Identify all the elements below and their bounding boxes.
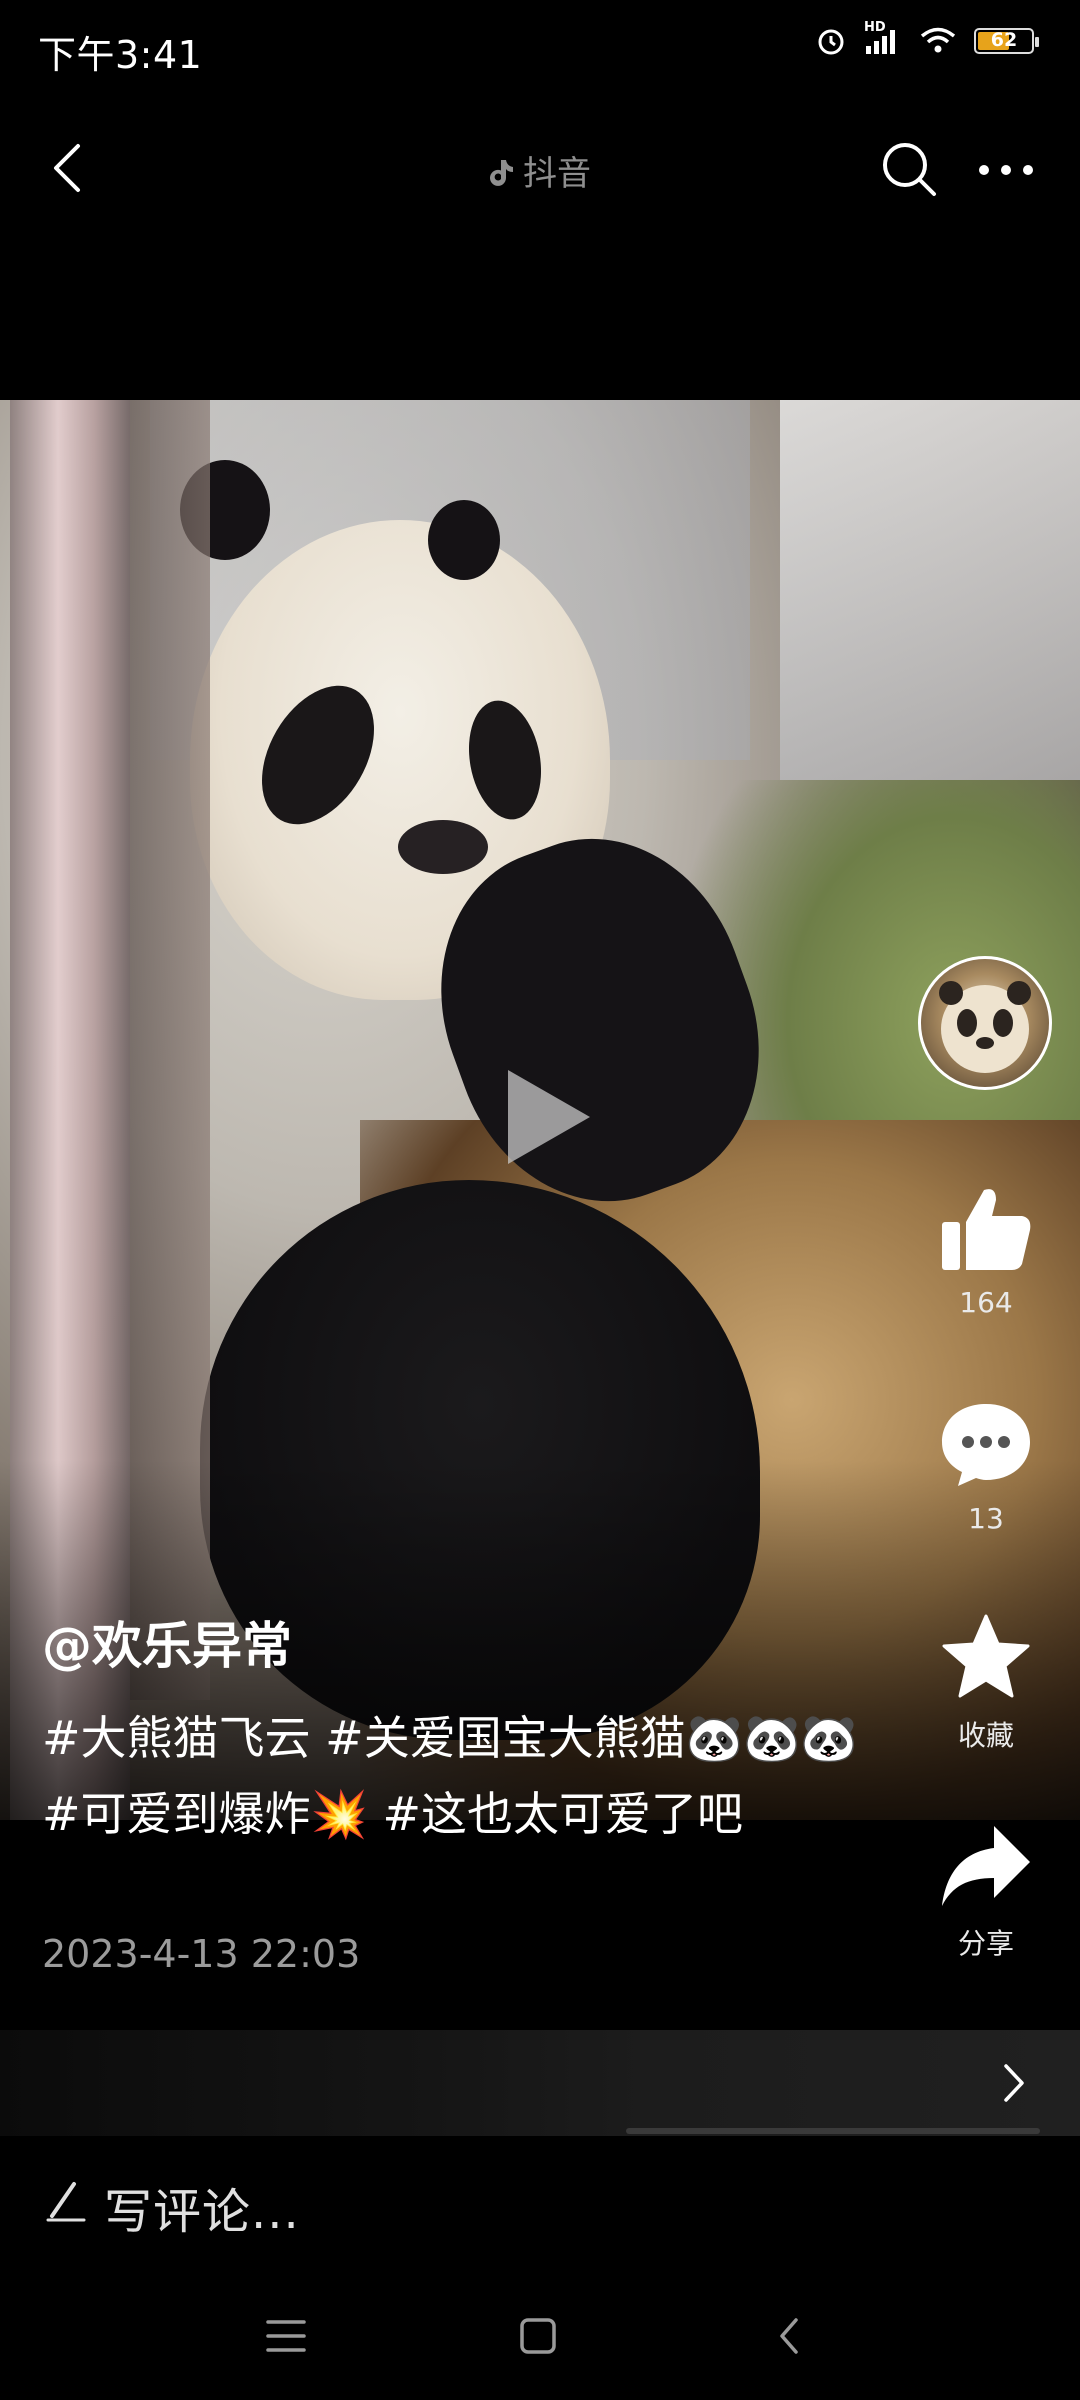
pen-icon — [46, 2182, 86, 2222]
favorite-label: 收藏 — [957, 1719, 1014, 1752]
background-window — [780, 400, 1080, 780]
comment-bubble-icon — [942, 1404, 1030, 1486]
play-icon[interactable] — [498, 1062, 598, 1172]
status-time: 下午3:41 — [38, 33, 203, 77]
panda-nose — [398, 820, 488, 874]
author-username[interactable]: @欢乐异常 — [42, 1606, 292, 1678]
tiktok-note-icon — [489, 154, 515, 194]
banner-progress — [626, 2128, 1040, 2134]
favorite-action[interactable]: 收藏 — [914, 1612, 1058, 1754]
comment-count: 13 — [968, 1502, 1004, 1535]
battery-level: 62 — [990, 29, 1018, 51]
wifi-icon — [920, 27, 956, 53]
related-banner[interactable] — [0, 2030, 1080, 2136]
alarm-icon — [818, 29, 844, 55]
thumbs-up-icon — [942, 1189, 1031, 1270]
avatar[interactable] — [918, 956, 1052, 1090]
post-caption[interactable]: #大熊猫飞云 #关爱国宝大熊猫🐼🐼🐼 #可爱到爆炸💥 #这也太可爱了吧 — [42, 1700, 862, 1852]
star-icon — [942, 1614, 1030, 1698]
comment-action[interactable]: 13 — [914, 1400, 1058, 1535]
like-action[interactable]: 164 — [914, 1182, 1058, 1319]
signal-icon: HD — [864, 20, 902, 56]
share-label: 分享 — [957, 1927, 1014, 1960]
share-arrow-icon — [942, 1826, 1030, 1906]
like-count: 164 — [959, 1286, 1013, 1319]
app-title-text: 抖音 — [523, 154, 591, 194]
back-triangle-icon[interactable] — [760, 2306, 820, 2366]
home-square-icon[interactable] — [508, 2306, 568, 2366]
panda-ear-right — [428, 500, 500, 580]
battery-icon: 62 — [974, 28, 1039, 54]
chevron-right-icon[interactable] — [994, 2058, 1034, 2108]
share-action[interactable]: 分享 — [914, 1822, 1058, 1962]
comment-input-placeholder[interactable]: 写评论... — [104, 2172, 300, 2242]
menu-icon[interactable] — [256, 2306, 316, 2366]
search-icon[interactable] — [878, 138, 940, 200]
avatar-panda-face — [939, 981, 1031, 1073]
more-icon[interactable] — [976, 150, 1036, 190]
post-date: 2023-4-13 22:03 — [42, 1932, 361, 1976]
status-icons: HD 62 — [816, 20, 1039, 56]
